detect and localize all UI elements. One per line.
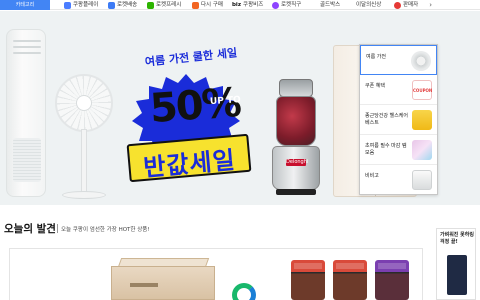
half-price-text: 반값세일 — [142, 146, 237, 182]
play-icon — [64, 1, 71, 9]
promo-item-bibigo[interactable]: 비비고 — [360, 165, 437, 195]
section-divider — [57, 224, 58, 233]
food-pack-product[interactable] — [291, 260, 325, 300]
nav-next-arrow-icon[interactable]: › — [429, 0, 432, 10]
nav-item-new-this-month[interactable]: 이달의신상 — [356, 0, 381, 10]
nav-item-seller[interactable]: 판매자 — [394, 0, 418, 10]
side-ad-text: 가벼워진 못하링 걱정 끝! — [440, 232, 474, 245]
promo-item-label: 종근당건강 헬스케어 베스트 — [365, 113, 408, 126]
fan-hub — [76, 95, 92, 111]
nav-item-label: 로켓직구 — [281, 2, 302, 8]
bibigo-thumbnail — [412, 170, 432, 190]
blender-image — [272, 146, 320, 190]
blender-foot — [276, 189, 316, 195]
nav-item-rocket-delivery[interactable]: 로켓배송 — [108, 0, 137, 10]
promo-item-early-summer[interactable]: 초여름 필수 마감 템 모음 — [360, 135, 437, 165]
sale-percent: 50% — [148, 79, 242, 133]
cosmetic-thumbnail — [412, 140, 432, 160]
food-pack-product[interactable] — [333, 260, 367, 300]
gift-box-brand-mark — [130, 283, 158, 287]
coupon-thumbnail: COUPON — [412, 80, 432, 100]
promo-item-label: 쿠폰 혜택 — [365, 83, 385, 89]
nav-item-goldbox[interactable]: 골드박스 — [320, 0, 340, 10]
nav-item-reorder[interactable]: 다시 구매 — [192, 0, 223, 10]
section-subtitle: 오늘 쿠팡이 엄선한 가장 HOT한 상품! — [61, 227, 150, 233]
fan-base — [62, 191, 106, 199]
nav-item-label: 쿠팡비즈 — [243, 2, 264, 8]
health-product-thumbnail — [412, 110, 432, 130]
blender-cup — [276, 96, 316, 146]
nav-item-coupang-play[interactable]: 쿠팡플레이 — [64, 0, 98, 10]
food-pack-product[interactable] — [375, 260, 409, 300]
banner-headline: 여름 가전 쿨한 세일 — [144, 46, 238, 69]
air-conditioner-image — [6, 29, 46, 197]
nav-item-label: 다시 구매 — [201, 2, 223, 8]
nav-item-label: 로켓프레시 — [156, 2, 182, 8]
gift-box-product[interactable] — [111, 266, 215, 300]
promo-item-health[interactable]: 종근당건강 헬스케어 베스트 — [360, 105, 437, 135]
nav-item-label: 골드박스 — [320, 2, 341, 8]
side-advertisement[interactable]: 가벼워진 못하링 걱정 끝! — [436, 228, 476, 300]
nav-item-rocket-fresh[interactable]: 로켓프레시 — [147, 0, 181, 10]
top-navigation: 카테고리 쿠팡플레이 로켓배송 로켓프레시 다시 구매 biz 쿠팡비즈 로켓직… — [0, 0, 480, 10]
global-icon — [272, 1, 279, 9]
nav-item-label: 이달의신상 — [356, 2, 382, 8]
brand-swirl-logo-icon[interactable] — [232, 283, 256, 300]
reorder-icon — [192, 1, 199, 9]
promo-item-label: 비비고 — [365, 173, 379, 179]
promo-item-coupon[interactable]: 쿠폰 혜택 COUPON — [360, 75, 437, 105]
promo-item-label: 초여름 필수 마감 템 모음 — [365, 143, 407, 156]
rocket-icon — [108, 1, 115, 9]
fresh-icon — [147, 1, 154, 9]
blender-lid — [279, 79, 313, 97]
nav-item-label: 판매자 — [403, 2, 419, 8]
promo-item-summer-appliances[interactable]: 여름 가전 — [360, 45, 437, 75]
fan-thumbnail — [411, 51, 431, 71]
blender-brand-label: Delonghi — [286, 159, 309, 166]
nav-item-coupang-biz[interactable]: biz 쿠팡비즈 — [232, 0, 263, 10]
biz-icon: biz — [232, 2, 242, 8]
promo-item-label: 여름 가전 — [366, 54, 386, 60]
side-ad-product-image — [447, 255, 467, 295]
fan-stand — [81, 129, 87, 195]
seller-icon — [394, 1, 401, 9]
nav-item-label: 로켓배송 — [117, 2, 138, 8]
hero-banner[interactable]: 여름 가전 쿨한 세일 50% UP TO 반값세일 Delonghi 여름 가… — [0, 11, 480, 205]
category-menu-button[interactable]: 카테고리 — [0, 0, 50, 10]
promo-side-panel: 여름 가전 쿠폰 혜택 COUPON 종근당건강 헬스케어 베스트 초여름 필수… — [359, 44, 438, 195]
nav-item-label: 쿠팡플레이 — [73, 2, 99, 8]
nav-item-rocket-global[interactable]: 로켓직구 — [272, 0, 301, 10]
section-title: 오늘의 발견 — [4, 223, 56, 235]
